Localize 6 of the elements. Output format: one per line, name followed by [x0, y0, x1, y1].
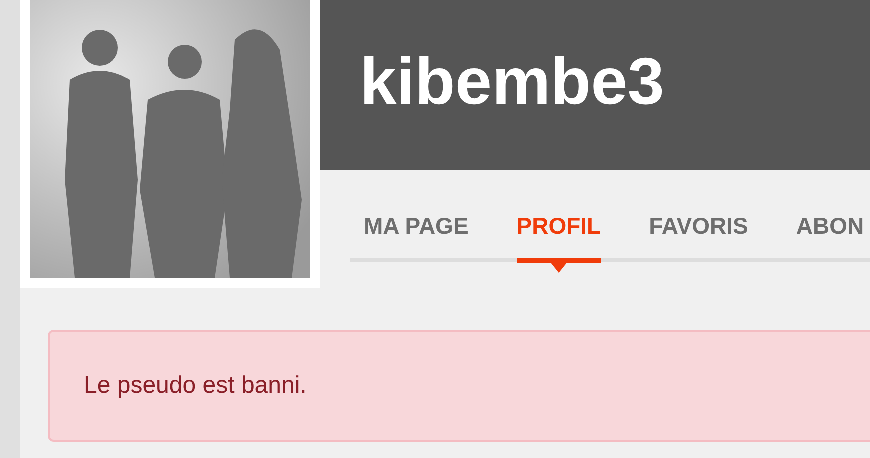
profile-tab[interactable]: PROFIL: [516, 170, 602, 273]
profile-tab[interactable]: MA PAGE: [364, 170, 469, 273]
profile-tab[interactable]: FAVORIS: [649, 170, 748, 273]
profile-tab[interactable]: ABON: [796, 170, 864, 273]
alert-message: Le pseudo est banni.: [84, 372, 307, 400]
username-title: kibembe3: [360, 43, 664, 119]
